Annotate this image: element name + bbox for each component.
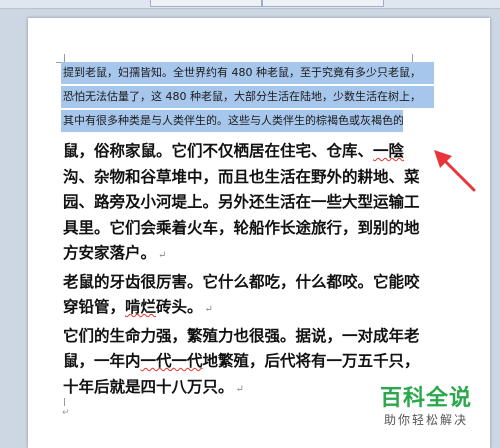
watermark-title: 百科全说 — [379, 386, 472, 411]
red-arrow-icon — [434, 150, 476, 192]
watermark-logo: 百科全说 助你轻松解决 — [366, 386, 486, 428]
watermark-subtitle: 助你轻松解决 — [383, 413, 468, 427]
